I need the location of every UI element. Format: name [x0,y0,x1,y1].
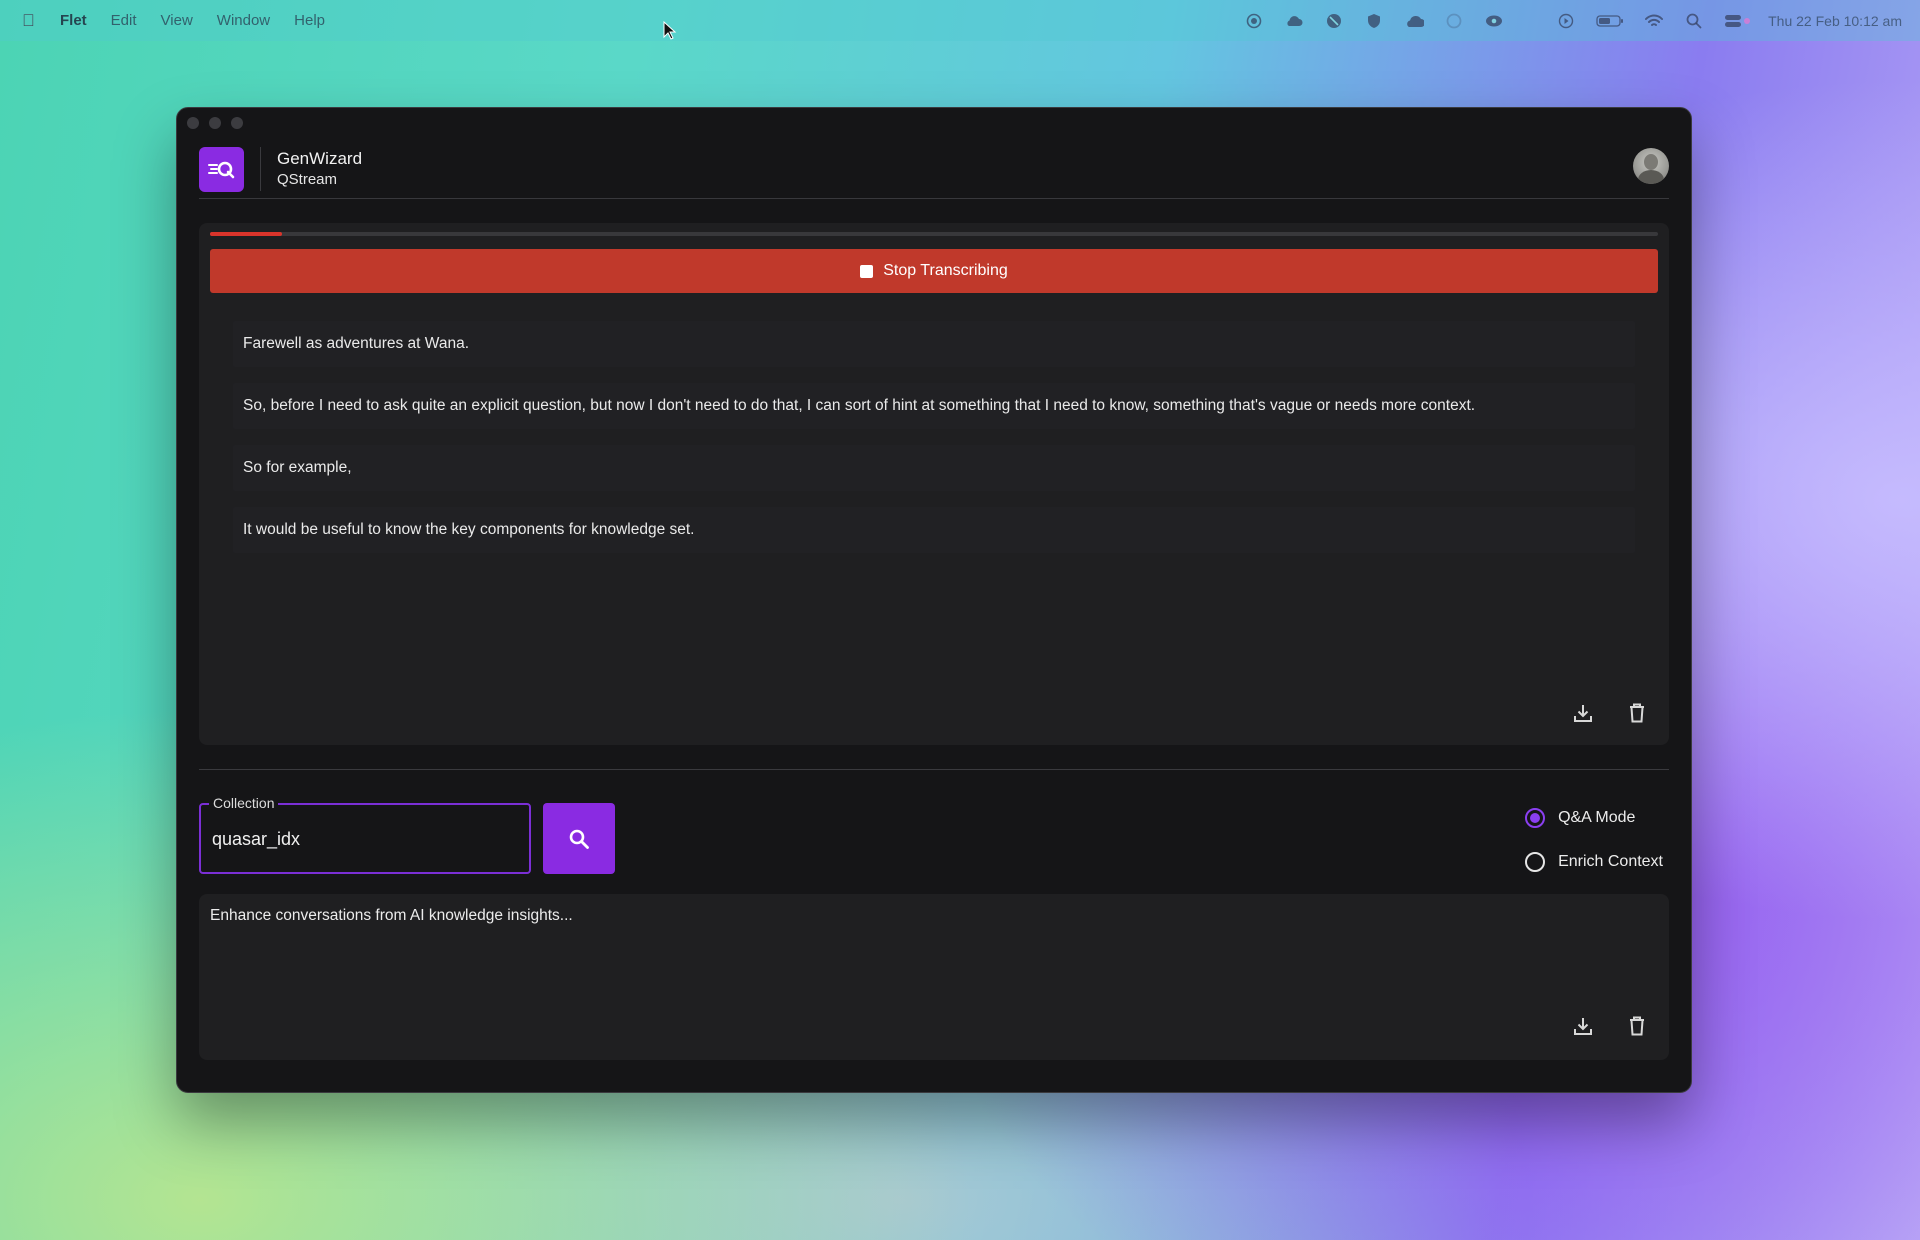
insights-actions [1569,1012,1651,1040]
transcription-progress-fill [210,232,283,236]
close-window-button[interactable] [187,117,199,129]
transcription-panel: Stop Transcribing Farewell as adventures… [199,223,1669,745]
transcript-actions [1569,699,1651,727]
vpn-icon[interactable] [1324,12,1344,30]
battery-icon[interactable] [1596,12,1624,30]
menu-view[interactable]: View [161,12,193,29]
search-button[interactable] [543,803,615,874]
apple-menu-icon[interactable]:  [22,11,38,30]
download-icon[interactable] [1569,1012,1597,1040]
transcript-list: Farewell as adventures at Wana. So, befo… [233,321,1635,569]
zoom-window-button[interactable] [231,117,243,129]
window-controls [187,117,243,129]
wifi-icon[interactable] [1644,12,1664,30]
section-divider [199,769,1669,770]
stop-transcribing-label: Stop Transcribing [883,262,1008,279]
search-icon [569,829,589,849]
app-icon[interactable] [1444,12,1464,30]
mode-radio-group: Q&A Mode Enrich Context [1525,805,1663,893]
enrich-context-option[interactable]: Enrich Context [1525,849,1663,875]
menubar-clock[interactable]: Thu 22 Feb 10:12 am [1768,13,1902,29]
user-avatar[interactable] [1633,148,1669,184]
app-window: GenWizard QStream Stop Transcribing Fare… [176,107,1692,1093]
app-titles: GenWizard QStream [277,148,362,190]
enrich-context-label: Enrich Context [1558,853,1663,870]
transcript-line: Farewell as adventures at Wana. [233,321,1635,367]
app-logo-icon [199,146,244,192]
menu-help[interactable]: Help [294,12,325,29]
search-icon[interactable] [1684,12,1704,30]
enrich-context-radio[interactable] [1525,852,1546,872]
header-divider [260,147,261,191]
collection-field: Collection [199,794,531,874]
qa-mode-option[interactable]: Q&A Mode [1525,805,1663,831]
transcript-line: It would be useful to know the key compo… [233,507,1635,553]
insights-panel: Enhance conversations from AI knowledge … [199,894,1669,1060]
play-icon[interactable] [1556,12,1576,30]
stop-transcribing-button[interactable]: Stop Transcribing [210,249,1658,293]
eye-icon[interactable] [1484,12,1504,30]
collection-label: Collection [209,794,279,812]
header-rule [199,198,1669,199]
menu-bar:  Flet Edit View Window Help Thu 22 Feb … [0,0,1920,41]
delete-icon[interactable] [1623,1012,1651,1040]
menu-app[interactable]: Flet [60,12,87,29]
transcript-line: So, before I need to ask quite an explic… [233,383,1635,429]
menu-edit[interactable]: Edit [111,12,137,29]
cloud-sync-icon[interactable] [1284,12,1304,30]
qa-mode-label: Q&A Mode [1558,809,1636,826]
app-subtitle: QStream [277,171,338,188]
cloud-icon[interactable] [1404,12,1425,30]
transcript-line: So for example, [233,445,1635,491]
collection-input[interactable] [212,825,512,853]
record-icon[interactable] [1244,12,1264,30]
delete-icon[interactable] [1623,699,1651,727]
mouse-pointer-icon [663,21,677,40]
control-center-icon[interactable] [1724,12,1752,30]
transcription-progress [210,232,1658,236]
menu-window[interactable]: Window [217,12,270,29]
app-title: GenWizard [277,149,363,168]
stop-icon [860,264,874,278]
app-header: GenWizard QStream [199,142,1669,196]
download-icon[interactable] [1569,699,1597,727]
insights-placeholder: Enhance conversations from AI knowledge … [210,907,573,924]
minimize-window-button[interactable] [209,117,221,129]
shield-icon[interactable] [1364,12,1384,30]
qa-mode-radio[interactable] [1525,808,1546,828]
